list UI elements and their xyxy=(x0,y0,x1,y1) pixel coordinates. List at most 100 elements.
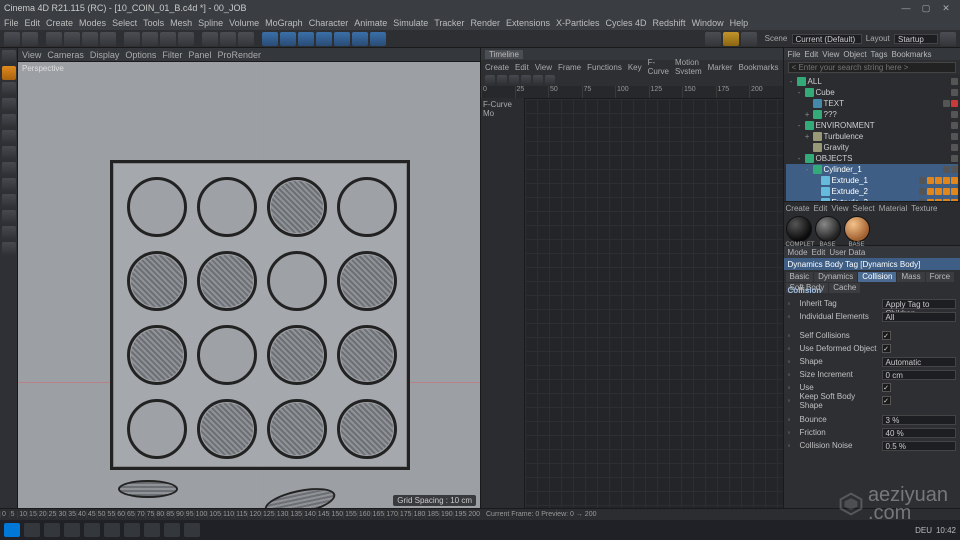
timeline-menu-item[interactable]: Key xyxy=(628,63,642,72)
polys-mode-icon[interactable] xyxy=(2,146,16,160)
axis-mode-icon[interactable] xyxy=(2,162,16,176)
timeline-menu-item[interactable]: View xyxy=(535,63,552,72)
redo-icon[interactable] xyxy=(22,32,38,46)
mat-menu-item[interactable]: Edit xyxy=(814,204,828,214)
search-icon[interactable] xyxy=(24,523,40,537)
taskview-icon[interactable] xyxy=(44,523,60,537)
mail-icon[interactable] xyxy=(104,523,120,537)
viewport-menu-item[interactable]: View xyxy=(22,50,41,60)
menu-character[interactable]: Character xyxy=(309,18,349,28)
attr-subtab[interactable]: Force xyxy=(926,272,954,282)
minimize-icon[interactable]: — xyxy=(896,3,916,13)
tag-icon[interactable] xyxy=(951,144,958,151)
menu-tracker[interactable]: Tracker xyxy=(434,18,464,28)
scene-dropdown[interactable]: Current (Default) xyxy=(792,34,862,44)
cube-icon[interactable] xyxy=(262,32,278,46)
attr-subtab[interactable]: Dynamics xyxy=(814,272,857,282)
browser-icon[interactable] xyxy=(84,523,100,537)
menu-extensions[interactable]: Extensions xyxy=(506,18,550,28)
menu-render[interactable]: Render xyxy=(470,18,500,28)
tag-icon[interactable] xyxy=(951,100,958,107)
om-menu-item[interactable]: Tags xyxy=(871,50,888,59)
attr-subtab[interactable]: Collision xyxy=(858,272,896,282)
tree-row[interactable]: -OBJECTS xyxy=(786,153,958,164)
om-menu-item[interactable]: File xyxy=(788,50,801,59)
material-item[interactable]: BASE xyxy=(844,216,870,248)
axis-x-icon[interactable] xyxy=(124,32,140,46)
warning-icon[interactable] xyxy=(723,32,739,46)
expand-icon[interactable]: + xyxy=(804,131,811,142)
model-mode-icon[interactable] xyxy=(2,66,16,80)
timeline-menu-item[interactable]: Marker xyxy=(708,63,733,72)
mat-menu-item[interactable]: Create xyxy=(786,204,810,214)
viewport-menu-item[interactable]: Options xyxy=(125,50,156,60)
attr-menu-item[interactable]: Edit xyxy=(812,248,826,257)
snap-icon[interactable] xyxy=(2,194,16,208)
tag-icon[interactable] xyxy=(951,111,958,118)
viewport-menu-item[interactable]: Filter xyxy=(162,50,182,60)
coord-sys-icon[interactable] xyxy=(178,32,194,46)
deformer-icon[interactable] xyxy=(316,32,332,46)
mat-menu-item[interactable]: Material xyxy=(879,204,907,214)
explorer-icon[interactable] xyxy=(64,523,80,537)
tray-lang[interactable]: DEU xyxy=(915,526,932,535)
menu-redshift[interactable]: Redshift xyxy=(653,18,686,28)
menu-mograph[interactable]: MoGraph xyxy=(265,18,303,28)
tree-row[interactable]: -Cylinder_1 xyxy=(786,164,958,175)
expand-icon[interactable]: - xyxy=(796,87,803,98)
camera-icon[interactable] xyxy=(352,32,368,46)
viewport-menu-item[interactable]: ProRender xyxy=(217,50,261,60)
attr-field[interactable]: 40 % xyxy=(882,428,956,438)
expand-icon[interactable]: + xyxy=(804,109,811,120)
menu-create[interactable]: Create xyxy=(46,18,73,28)
render-settings-icon[interactable] xyxy=(238,32,254,46)
viewport-menu-item[interactable]: Display xyxy=(90,50,120,60)
tag-icon[interactable] xyxy=(951,166,958,173)
timeline-menu-item[interactable]: Bookmarks xyxy=(739,63,779,72)
tl-tool-icon[interactable] xyxy=(485,75,495,85)
tl-tool-icon[interactable] xyxy=(497,75,507,85)
timeline-menu-item[interactable]: Edit xyxy=(515,63,529,72)
menu-window[interactable]: Window xyxy=(692,18,724,28)
mat-menu-item[interactable]: Select xyxy=(853,204,875,214)
tree-row[interactable]: -ENVIRONMENT xyxy=(786,120,958,131)
maximize-icon[interactable]: ▢ xyxy=(916,3,936,14)
material-item[interactable]: COMPLET xyxy=(786,216,812,248)
start-icon[interactable] xyxy=(4,523,20,537)
attr-select[interactable]: Apply Tag to Children xyxy=(882,299,956,309)
timeline-menu-item[interactable]: Create xyxy=(485,63,509,72)
menu-simulate[interactable]: Simulate xyxy=(393,18,428,28)
main-timeline-ruler[interactable]: 0510152025303540455055606570758085909510… xyxy=(0,508,960,520)
texture-mode-icon[interactable] xyxy=(2,82,16,96)
material-item[interactable]: BASE xyxy=(815,216,841,248)
menu-modes[interactable]: Modes xyxy=(79,18,106,28)
attr-checkbox[interactable]: ✓ xyxy=(882,396,891,405)
locked-workplane-icon[interactable] xyxy=(2,226,16,240)
menu-cycles 4d[interactable]: Cycles 4D xyxy=(606,18,647,28)
tree-row[interactable]: Gravity xyxy=(786,142,958,153)
tag-icon[interactable] xyxy=(935,177,942,184)
tree-row[interactable]: +??? xyxy=(786,109,958,120)
points-mode-icon[interactable] xyxy=(2,114,16,128)
edges-mode-icon[interactable] xyxy=(2,130,16,144)
workplane-icon[interactable] xyxy=(2,98,16,112)
tag-icon[interactable] xyxy=(935,188,942,195)
rotate-icon[interactable] xyxy=(100,32,116,46)
attr-menu-item[interactable]: User Data xyxy=(829,248,865,257)
viewport-solo-icon[interactable] xyxy=(2,178,16,192)
axis-z-icon[interactable] xyxy=(160,32,176,46)
app-icon[interactable] xyxy=(144,523,160,537)
close-icon[interactable]: ✕ xyxy=(936,3,956,14)
menu-edit[interactable]: Edit xyxy=(25,18,41,28)
tag-icon[interactable] xyxy=(943,188,950,195)
workplane-snap-icon[interactable] xyxy=(2,210,16,224)
cogwheel-icon[interactable] xyxy=(705,32,721,46)
light-icon[interactable] xyxy=(370,32,386,46)
tl-tool-icon[interactable] xyxy=(509,75,519,85)
om-menu-item[interactable]: Bookmarks xyxy=(891,50,931,59)
mat-menu-item[interactable]: View xyxy=(831,204,848,214)
tag-icon[interactable] xyxy=(919,177,926,184)
attr-checkbox[interactable]: ✓ xyxy=(882,383,891,392)
menu-select[interactable]: Select xyxy=(112,18,137,28)
environment-icon[interactable] xyxy=(334,32,350,46)
